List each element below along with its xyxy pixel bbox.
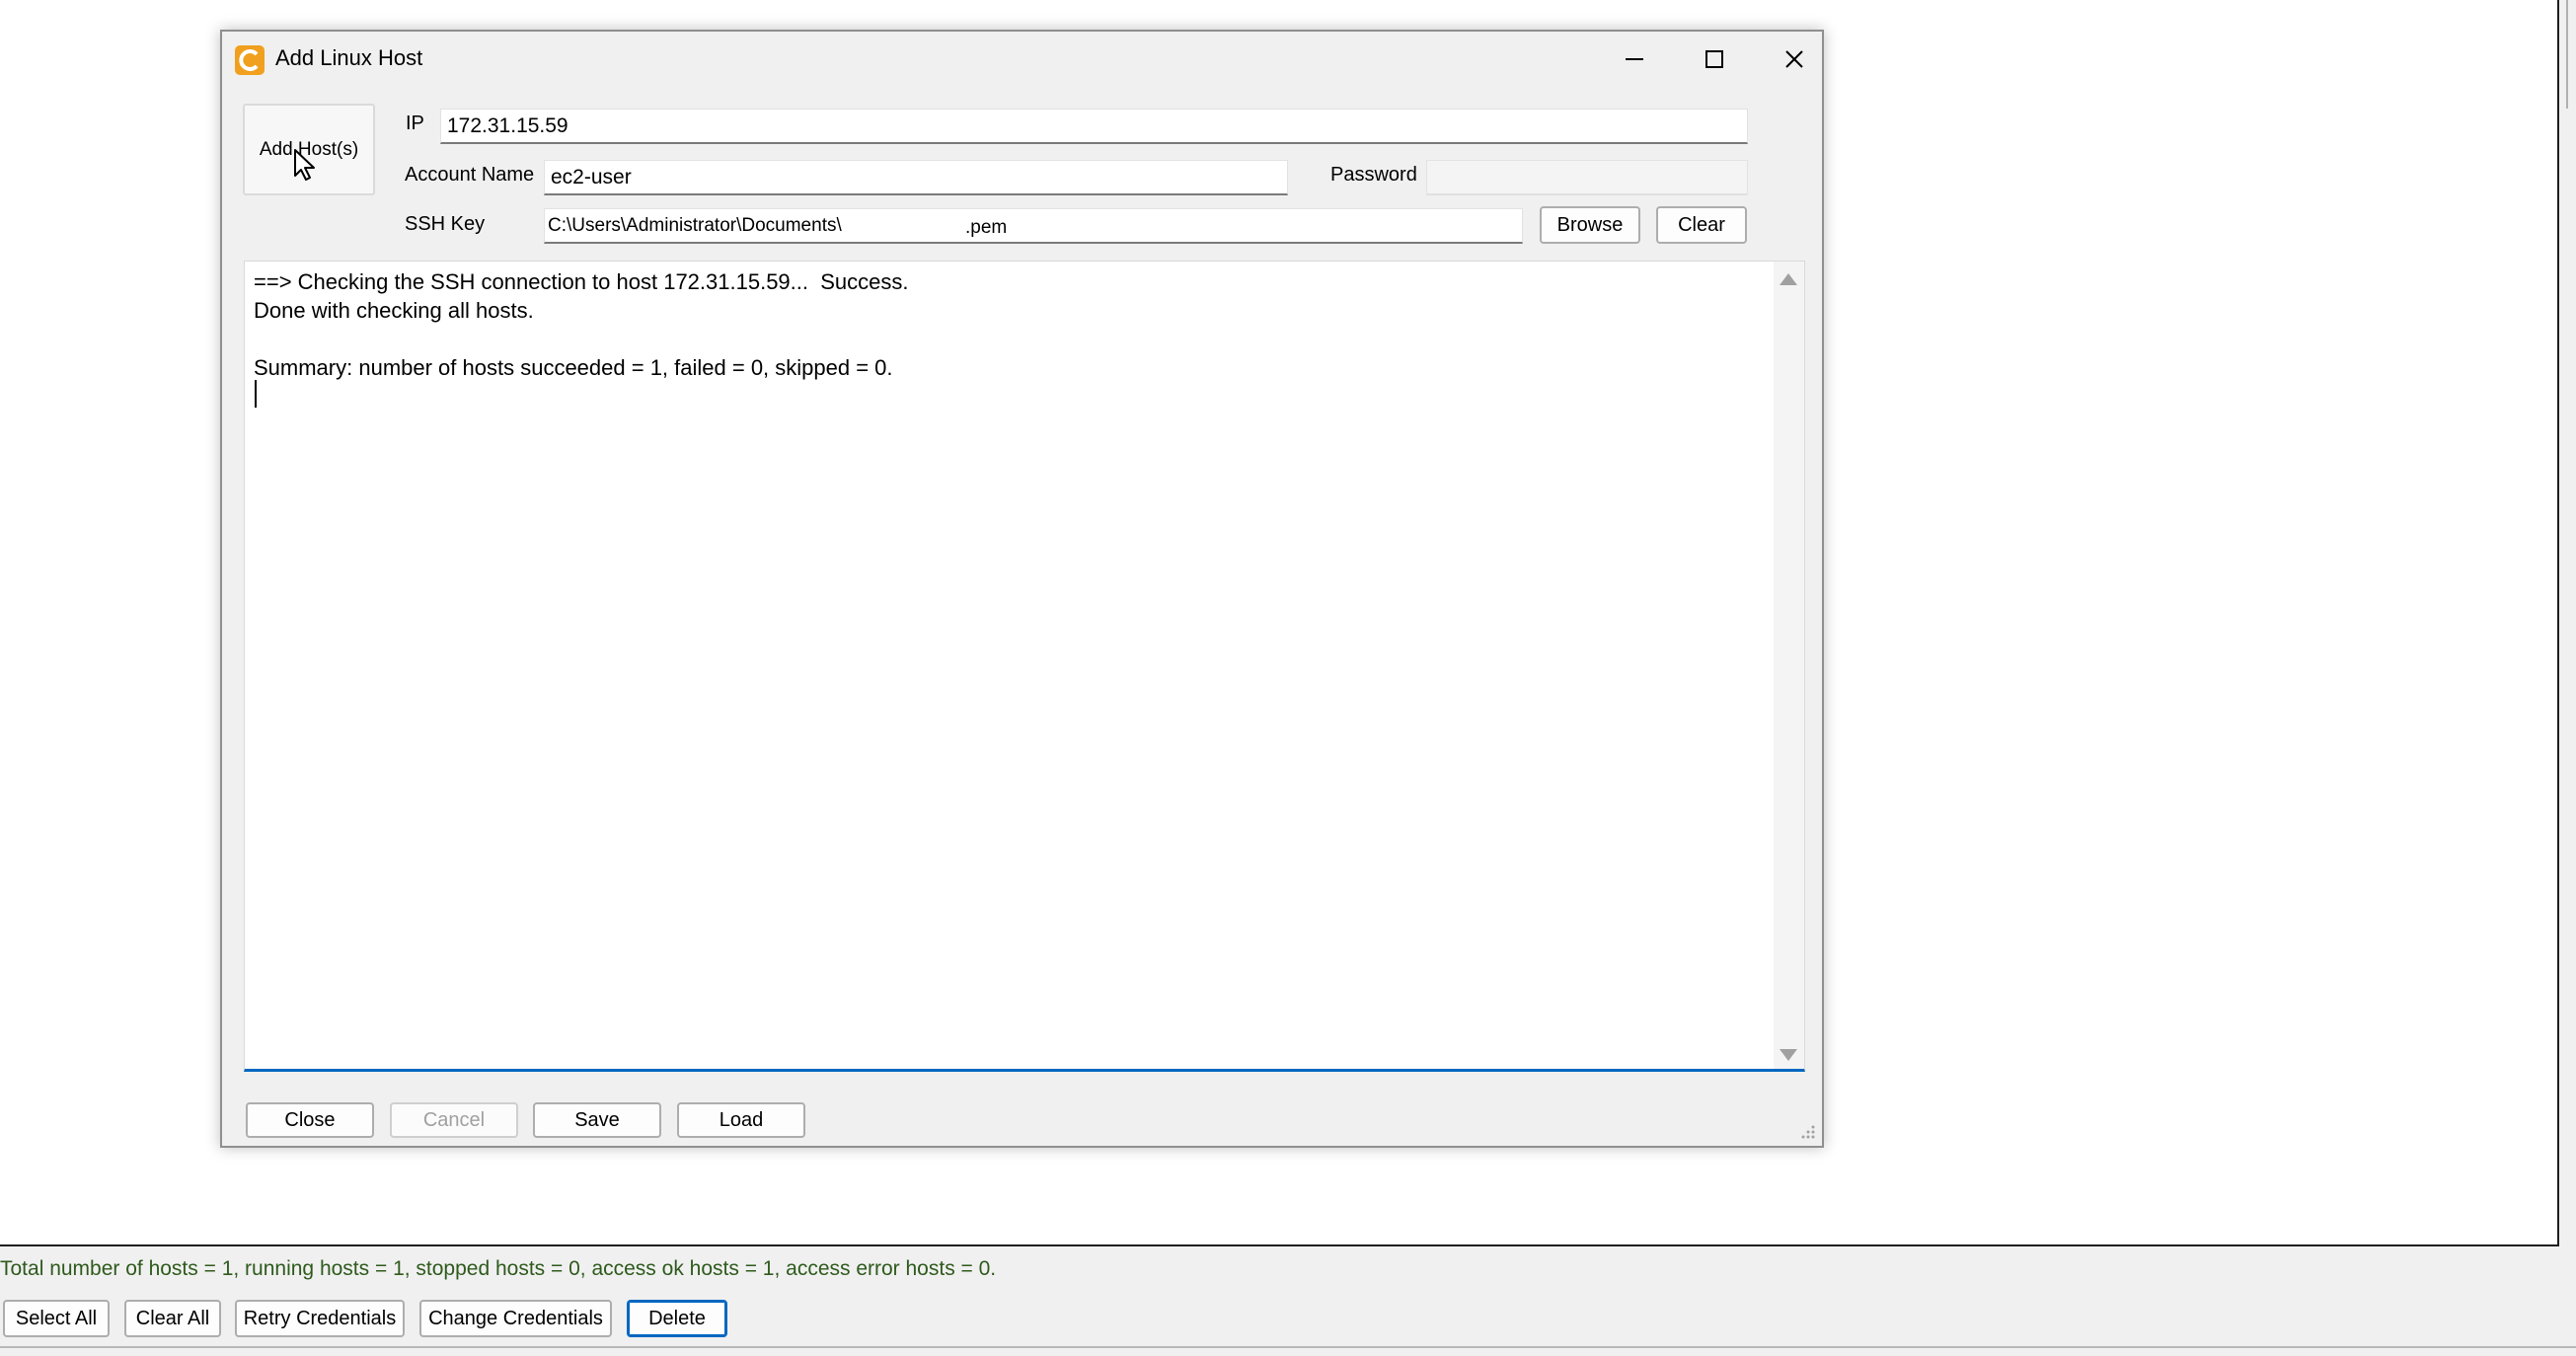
dialog-titlebar[interactable]: Add Linux Host — [222, 32, 1822, 85]
retry-credentials-button[interactable]: Retry Credentials — [235, 1300, 405, 1337]
output-log[interactable]: ==> Checking the SSH connection to host … — [244, 261, 1805, 1072]
close-icon — [1785, 50, 1803, 68]
clear-all-button[interactable]: Clear All — [124, 1300, 221, 1337]
minimize-icon — [1626, 58, 1643, 60]
select-all-button[interactable]: Select All — [3, 1300, 110, 1337]
password-label: Password — [1330, 164, 1417, 186]
log-line: Summary: number of hosts succeeded = 1, … — [254, 355, 893, 380]
ssh-key-suffix: .pem — [965, 217, 1008, 238]
ip-label: IP — [406, 113, 424, 134]
clear-ssh-key-button[interactable]: Clear — [1656, 206, 1747, 244]
account-name-input[interactable] — [544, 160, 1288, 195]
dialog-title: Add Linux Host — [275, 45, 423, 70]
log-lines: ==> Checking the SSH connection to host … — [254, 267, 908, 382]
bottom-border — [0, 1346, 2576, 1348]
log-scrollbar[interactable] — [1774, 262, 1804, 1069]
app-logo-icon — [235, 45, 265, 75]
save-button[interactable]: Save — [533, 1102, 661, 1138]
change-credentials-button[interactable]: Change Credentials — [419, 1300, 612, 1337]
scroll-up-icon[interactable] — [1780, 273, 1797, 285]
minimize-button[interactable] — [1617, 41, 1652, 77]
resize-grip-icon[interactable] — [1800, 1124, 1816, 1140]
close-window-button[interactable] — [1777, 41, 1812, 77]
password-input[interactable] — [1426, 160, 1748, 195]
browse-button[interactable]: Browse — [1540, 206, 1640, 244]
close-button[interactable]: Close — [246, 1102, 374, 1138]
text-caret — [255, 380, 257, 408]
delete-button[interactable]: Delete — [627, 1300, 727, 1337]
scroll-down-icon[interactable] — [1780, 1049, 1797, 1061]
mouse-cursor-icon — [294, 149, 315, 181]
account-name-label: Account Name — [405, 164, 535, 186]
ip-input[interactable] — [440, 109, 1748, 144]
cancel-button[interactable]: Cancel — [390, 1102, 518, 1138]
add-linux-host-dialog: Add Linux Host Add Host(s) IP Account Na… — [220, 30, 1824, 1148]
maximize-icon — [1705, 50, 1723, 68]
load-button[interactable]: Load — [677, 1102, 805, 1138]
log-line: ==> Checking the SSH connection to host … — [254, 269, 909, 294]
hosts-status-text: Total number of hosts = 1, running hosts… — [0, 1257, 997, 1280]
right-separator — [2566, 0, 2568, 109]
ssh-key-input[interactable] — [544, 208, 1523, 244]
log-line: Done with checking all hosts. — [254, 298, 534, 323]
maximize-button[interactable] — [1697, 41, 1732, 77]
ssh-key-label: SSH Key — [405, 213, 486, 235]
